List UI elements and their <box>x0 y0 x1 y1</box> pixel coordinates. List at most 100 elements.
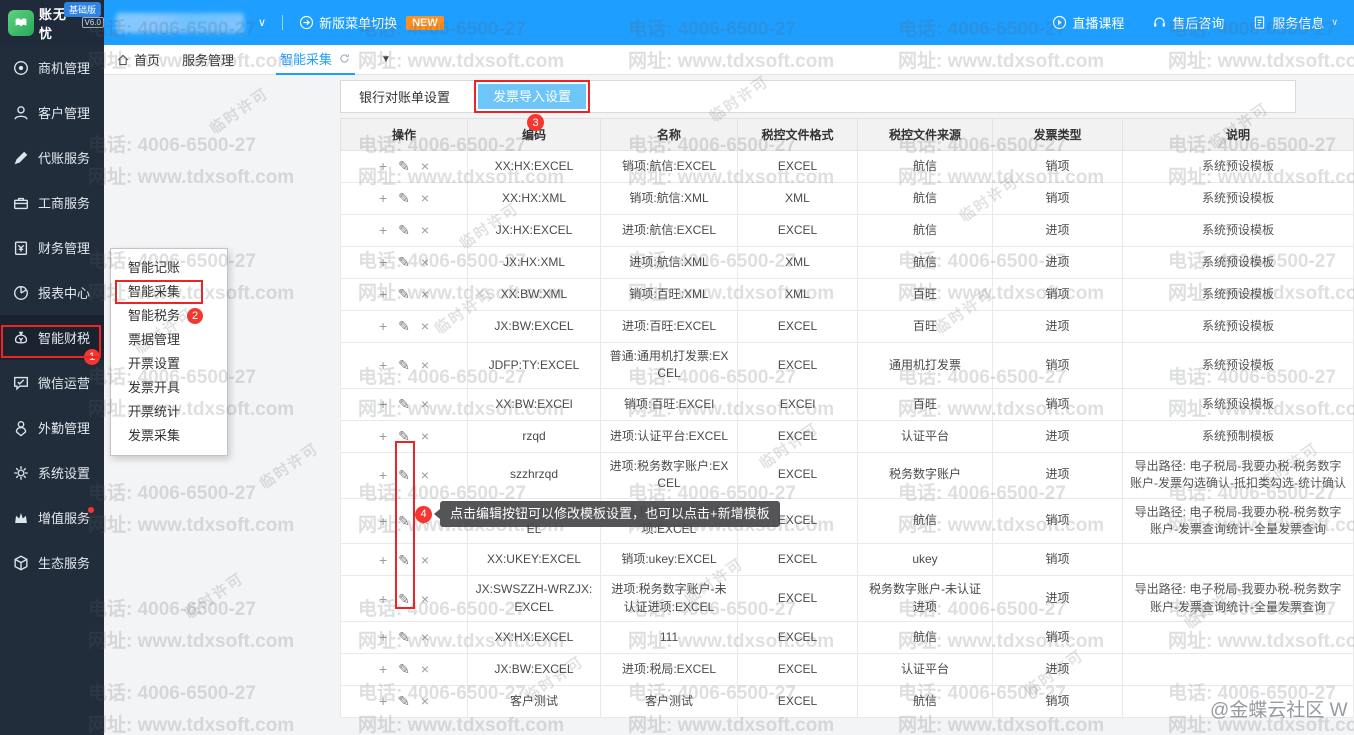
add-icon[interactable]: + <box>379 659 387 679</box>
tab-bank-statement[interactable]: 银行对账单设置 <box>341 87 468 106</box>
cell-name: 销项:百旺:EXCEl <box>601 388 738 420</box>
sidebar-item[interactable]: 外勤管理 <box>0 405 104 450</box>
add-icon[interactable]: + <box>379 426 387 446</box>
add-icon[interactable]: + <box>379 220 387 240</box>
edit-icon[interactable]: ✎ <box>398 156 410 176</box>
cell-format: EXCEL <box>738 576 858 622</box>
sidebar-item[interactable]: 代账服务 <box>0 135 104 180</box>
sidebar-item[interactable]: 财务管理 <box>0 225 104 270</box>
delete-icon[interactable]: × <box>421 627 429 647</box>
submenu-item[interactable]: 智能记账 <box>111 256 227 280</box>
chat-icon <box>11 373 30 392</box>
cell-code: JX:SWSZZH-WRZJX:EXCEL <box>468 576 601 622</box>
cell-format: XML <box>738 279 858 311</box>
sidebar-item-label: 客户管理 <box>38 103 90 122</box>
company-chevron-down-icon[interactable]: ∨ <box>258 16 266 29</box>
add-icon[interactable]: + <box>379 589 387 609</box>
delete-icon[interactable]: × <box>421 426 429 446</box>
delete-icon[interactable]: × <box>421 355 429 375</box>
topbar-link[interactable]: 直播课程 ∨ <box>1052 13 1124 32</box>
cell-description: 系统预设模板 <box>1123 343 1354 389</box>
submenu-item[interactable]: 票据管理 <box>111 328 227 352</box>
submenu-item[interactable]: 智能税务 2 <box>111 304 227 328</box>
submenu-item[interactable]: 发票开具 <box>111 376 227 400</box>
delete-icon[interactable]: × <box>421 691 429 711</box>
edit-icon[interactable]: ✎ <box>398 252 410 272</box>
table-body: +✎× XX:HX:EXCEL 销项:航信:EXCEL EXCEL 航信 销项 … <box>341 151 1354 718</box>
submenu-item[interactable]: 发票采集 <box>111 424 227 448</box>
sidebar-item[interactable]: 报表中心 <box>0 270 104 315</box>
add-icon[interactable]: + <box>379 691 387 711</box>
company-name-redacted[interactable] <box>116 13 244 33</box>
topbar-link[interactable]: 服务信息 ∨ <box>1252 13 1338 32</box>
edit-icon[interactable]: ✎ <box>398 220 410 240</box>
delete-icon[interactable]: × <box>421 316 429 336</box>
submenu-item[interactable]: 开票统计 <box>111 400 227 424</box>
edit-icon[interactable]: ✎ <box>398 284 410 304</box>
add-icon[interactable]: + <box>379 550 387 570</box>
delete-icon[interactable]: × <box>421 188 429 208</box>
sidebar-item[interactable]: 微信运营 <box>0 360 104 405</box>
crown-icon <box>11 508 30 527</box>
breadcrumb-service[interactable]: 服务管理 <box>182 50 234 69</box>
delete-icon[interactable]: × <box>421 284 429 304</box>
edit-icon[interactable]: ✎ <box>398 659 410 679</box>
breadcrumb-dropdown-icon[interactable]: ▼ <box>381 54 391 65</box>
sidebar-item[interactable]: 增值服务 <box>0 495 104 540</box>
edit-icon[interactable]: ✎ <box>398 426 410 446</box>
delete-icon[interactable]: × <box>421 394 429 414</box>
headset-icon <box>1152 15 1167 30</box>
sidebar-item-label: 财务管理 <box>38 238 90 257</box>
watermark-text: 网址: www.tdxsoft.com <box>88 626 294 653</box>
edit-icon[interactable]: ✎ <box>398 188 410 208</box>
delete-icon[interactable]: × <box>421 659 429 679</box>
add-icon[interactable]: + <box>379 627 387 647</box>
delete-icon[interactable]: × <box>421 465 429 485</box>
edit-icon[interactable]: ✎ <box>398 465 410 485</box>
edit-icon[interactable]: ✎ <box>398 394 410 414</box>
watermark-text: 网址: www.tdxsoft.com <box>88 162 294 189</box>
edit-icon[interactable]: ✎ <box>398 627 410 647</box>
column-header: 税控文件来源 <box>858 119 993 151</box>
add-icon[interactable]: + <box>379 394 387 414</box>
delete-icon[interactable]: × <box>421 156 429 176</box>
add-icon[interactable]: + <box>379 188 387 208</box>
cell-type: 进项 <box>993 420 1123 452</box>
submenu-item[interactable]: 智能采集 <box>111 280 227 304</box>
sidebar-item[interactable]: 智能财税 1 <box>0 315 104 360</box>
sidebar-item[interactable]: 客户管理 <box>0 90 104 135</box>
row-actions: + ✎ × <box>347 691 461 711</box>
submenu-item-label: 智能记账 <box>128 256 180 280</box>
sidebar-item[interactable]: 工商服务 <box>0 180 104 225</box>
add-icon[interactable]: + <box>379 156 387 176</box>
edit-icon[interactable]: ✎ <box>398 511 410 531</box>
app-logo: 账无忧 V6.0 基础版 <box>0 0 104 45</box>
sidebar-item[interactable]: 生态服务 <box>0 540 104 585</box>
add-icon[interactable]: + <box>379 355 387 375</box>
edit-icon[interactable]: ✎ <box>398 691 410 711</box>
topbar-link[interactable]: 售后咨询 ∨ <box>1152 13 1224 32</box>
submenu-item[interactable]: 开票设置 <box>111 352 227 376</box>
cell-name: 进项:税务数字账户-未认证进项:EXCEL <box>601 576 738 622</box>
breadcrumb-home[interactable]: 首页 <box>116 50 160 69</box>
edit-icon[interactable]: ✎ <box>398 589 410 609</box>
breadcrumb-current-tab[interactable]: 智能采集 <box>276 45 355 75</box>
add-icon[interactable]: + <box>379 316 387 336</box>
submenu-item-label: 发票采集 <box>128 424 180 448</box>
delete-icon[interactable]: × <box>421 220 429 240</box>
edit-icon[interactable]: ✎ <box>398 355 410 375</box>
edit-icon[interactable]: ✎ <box>398 316 410 336</box>
delete-icon[interactable]: × <box>421 589 429 609</box>
sidebar-item[interactable]: 系统设置 <box>0 450 104 495</box>
add-icon[interactable]: + <box>379 465 387 485</box>
sidebar-item[interactable]: 商机管理 <box>0 45 104 90</box>
add-icon[interactable]: + <box>379 252 387 272</box>
delete-icon[interactable]: × <box>421 550 429 570</box>
cell-code: 客户测试 <box>468 686 601 718</box>
edit-icon[interactable]: ✎ <box>398 550 410 570</box>
tab-invoice-import[interactable]: 发票导入设置 <box>478 84 586 109</box>
menu-switch-button[interactable]: 新版菜单切换 NEW <box>299 13 444 32</box>
add-icon[interactable]: + <box>379 511 387 531</box>
delete-icon[interactable]: × <box>421 252 429 272</box>
add-icon[interactable]: + <box>379 284 387 304</box>
